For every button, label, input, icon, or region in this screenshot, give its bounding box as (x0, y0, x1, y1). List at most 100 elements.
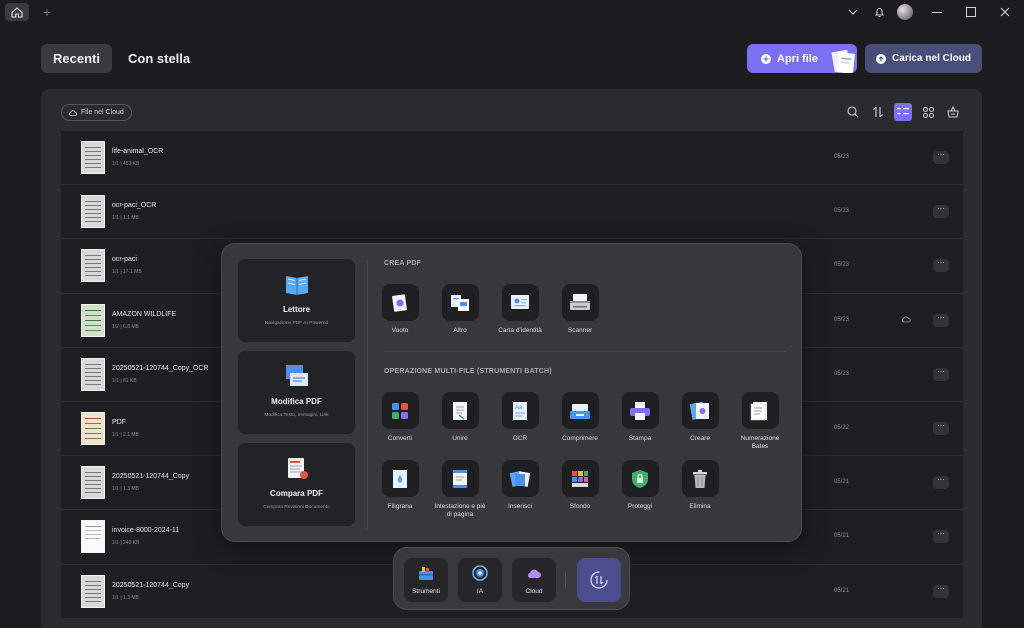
more-options-button[interactable]: ··· (933, 421, 949, 435)
cloud-icon (528, 569, 541, 578)
toolbox-icon (419, 567, 433, 580)
create-other-tile[interactable]: Altro (432, 284, 488, 335)
dock-tools-button[interactable]: Strumenti (404, 558, 448, 602)
svg-text:Aa: Aa (515, 405, 523, 411)
create-pdf-title: CREA PDF (384, 260, 422, 267)
divider (367, 260, 368, 530)
file-thumbnail (81, 303, 105, 337)
batch-watermark-tile[interactable]: Filigrana (372, 460, 428, 511)
file-name: AMAZON WILDLIFE (112, 310, 177, 318)
batch-protect-tile[interactable]: Proteggi (612, 460, 668, 511)
file-date: 05/23 (834, 370, 850, 377)
search-icon[interactable] (844, 103, 862, 121)
tab-starred[interactable]: Con stella (116, 44, 202, 73)
file-thumbnail (81, 574, 105, 608)
create-blank-tile[interactable]: Vuoto (372, 284, 428, 335)
more-options-button[interactable]: ··· (933, 476, 949, 490)
file-thumbnail (81, 520, 105, 554)
upload-cloud-button[interactable]: Carica nel Cloud (865, 44, 982, 73)
batch-compress-tile[interactable]: Comprimere (552, 392, 608, 443)
list-view-icon[interactable] (894, 103, 912, 121)
reader-card[interactable]: Lettore Navigazione PDF AI-Powered (238, 259, 355, 342)
card-title: Compara PDF (270, 489, 323, 498)
home-tab-icon[interactable] (5, 3, 29, 21)
background-icon (572, 470, 588, 487)
edit-pdf-card[interactable]: Modifica PDF Modifica Testo, Immagini, L… (238, 351, 355, 434)
file-date: 05/23 (834, 208, 850, 215)
file-meta: 1/1 | 249 KB (112, 540, 140, 547)
more-options-button[interactable]: ··· (933, 259, 949, 273)
more-options-button[interactable]: ··· (933, 367, 949, 381)
batch-insert-tile[interactable]: Inserisci (492, 460, 548, 511)
more-options-button[interactable]: ··· (933, 584, 949, 598)
cloud-files-chip[interactable]: File nel Cloud (61, 104, 132, 121)
file-thumbnail (81, 249, 105, 283)
dock-cloud-button[interactable]: Cloud (512, 558, 556, 602)
insert-icon (509, 470, 531, 487)
list-item[interactable]: life-animal_OCR 1/1 | 453 KB 05/23 ··· (61, 131, 963, 186)
create-scanner-tile[interactable]: Scanner (552, 284, 608, 335)
ocr-icon: Aa (513, 401, 527, 420)
sync-icon (590, 571, 608, 589)
title-bar: + (0, 0, 1024, 24)
more-options-button[interactable]: ··· (933, 205, 949, 219)
chevron-down-icon[interactable] (840, 0, 866, 24)
divider (384, 351, 786, 352)
more-options-button[interactable]: ··· (933, 151, 949, 164)
file-date: 05/22 (834, 424, 850, 431)
batch-bates-tile[interactable]: Numerazione Bates (732, 392, 788, 451)
list-item[interactable]: ocr-paci_OCR 1/1 | 1.1 MB 05/23 ··· (61, 185, 963, 240)
dock-toggle-button[interactable] (577, 558, 621, 602)
convert-icon (392, 402, 408, 419)
batch-create-tile[interactable]: Creare (672, 392, 728, 443)
upload-cloud-label: Carica nel Cloud (892, 53, 971, 64)
plus-icon (761, 53, 771, 64)
documents-icon (831, 49, 856, 73)
batch-header-footer-tile[interactable]: Intestazione e piè di pagina (432, 460, 488, 519)
bell-icon[interactable] (866, 0, 892, 24)
compare-pdf-card[interactable]: Compara PDF Compara Revisioni Documento (238, 443, 355, 526)
compress-icon (570, 403, 590, 419)
card-subtitle: Compara Revisioni Documento (263, 505, 330, 510)
more-options-button[interactable]: ··· (933, 530, 949, 544)
create-id-card-tile[interactable]: Carta d'identità (492, 284, 548, 335)
batch-convert-tile[interactable]: Converti (372, 392, 428, 443)
more-options-button[interactable]: ··· (933, 313, 949, 327)
avatar[interactable] (892, 0, 918, 24)
batch-print-tile[interactable]: Stampa (612, 392, 668, 443)
files-icon (451, 294, 469, 311)
maximize-icon[interactable] (958, 0, 984, 24)
file-meta: 1/1 | 81 KB (112, 377, 137, 384)
cloud-icon (69, 110, 77, 116)
batch-ocr-tile[interactable]: Aa OCR (492, 392, 548, 443)
sort-icon[interactable] (869, 103, 887, 121)
cloud-icon (901, 316, 911, 322)
upload-icon (876, 53, 887, 64)
grid-view-icon[interactable] (919, 103, 937, 121)
close-icon[interactable] (992, 0, 1018, 24)
create-icon (689, 401, 709, 420)
shield-icon (632, 469, 648, 488)
print-icon (630, 401, 650, 420)
minimize-icon[interactable] (924, 0, 950, 24)
file-name: life-animal_OCR (112, 148, 164, 155)
tools-popup: Lettore Navigazione PDF AI-Powered Modif… (221, 243, 802, 542)
batch-merge-tile[interactable]: Unire (432, 392, 488, 443)
book-icon (286, 276, 308, 295)
card-title: Modifica PDF (271, 397, 322, 406)
basket-icon[interactable] (944, 103, 962, 121)
batch-delete-tile[interactable]: Elimina (672, 460, 728, 511)
tab-recent[interactable]: Recenti (41, 44, 112, 73)
batch-background-tile[interactable]: Sfondo (552, 460, 608, 511)
card-subtitle: Navigazione PDF AI-Powered (264, 321, 329, 326)
divider (565, 573, 566, 587)
header-footer-icon (453, 469, 467, 488)
open-file-button[interactable]: Apri file (747, 44, 857, 73)
dock-ai-button[interactable]: IA (458, 558, 502, 602)
file-thumbnail (81, 195, 105, 229)
edit-icon (286, 365, 308, 386)
bates-icon (750, 401, 767, 420)
merge-icon (453, 401, 467, 420)
new-tab-icon[interactable]: + (40, 3, 54, 21)
file-date: 05/21 (834, 479, 850, 486)
